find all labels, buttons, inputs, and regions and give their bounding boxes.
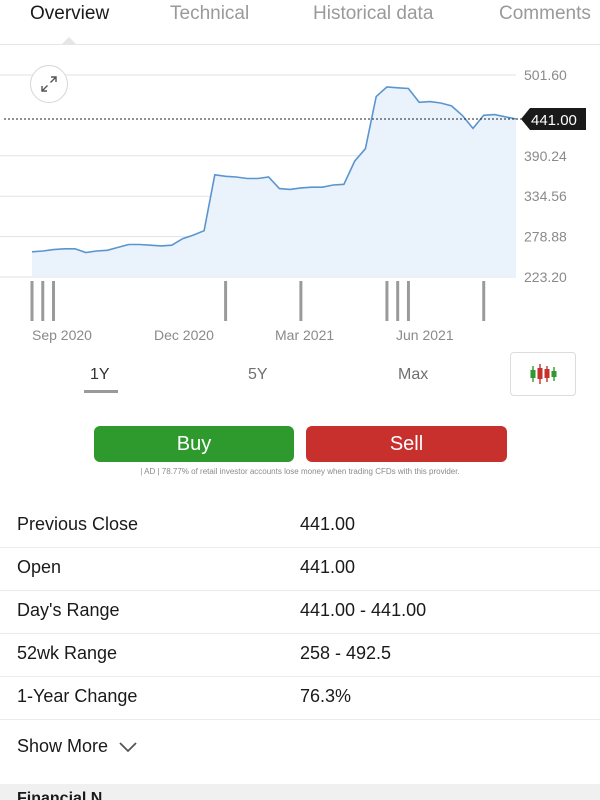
y-tick-label: 334.56 bbox=[524, 188, 567, 204]
volume-bar bbox=[385, 281, 389, 321]
section-title: Financial N bbox=[17, 790, 103, 800]
candlestick-icon bbox=[530, 364, 557, 384]
volume-bar bbox=[52, 281, 56, 321]
buy-button[interactable]: Buy bbox=[94, 426, 294, 462]
x-tick-label: Sep 2020 bbox=[32, 327, 92, 343]
stat-label: Day's Range bbox=[17, 600, 120, 620]
stat-value: 76.3% bbox=[300, 686, 352, 706]
stat-row-1-year-change: 1-Year Change 76.3% bbox=[0, 677, 600, 720]
volume-bar bbox=[41, 281, 45, 321]
volume-bar bbox=[482, 281, 486, 321]
y-tick-label: 278.88 bbox=[524, 229, 567, 245]
ad-disclaimer: | AD | 78.77% of retail investor account… bbox=[140, 467, 460, 476]
financial-news-header: Financial N bbox=[0, 784, 600, 800]
stat-value: 258 - 492.5 bbox=[300, 643, 392, 663]
tab-overview[interactable]: Overview bbox=[30, 3, 109, 25]
active-tab-indicator bbox=[62, 37, 76, 44]
range-active-underline bbox=[84, 390, 118, 393]
price-chart[interactable]: 501.60 390.24 334.56 278.88 223.20 441.00 Sep … bbox=[0, 45, 600, 350]
chart-svg: 501.60 390.24 334.56 278.88 223.20 441.00 Sep … bbox=[0, 67, 586, 343]
stat-label: Open bbox=[17, 557, 62, 577]
range-max[interactable]: Max bbox=[398, 366, 428, 384]
sell-button[interactable]: Sell bbox=[306, 426, 507, 462]
chevron-down-icon bbox=[119, 741, 137, 752]
tab-comments[interactable]: Comments bbox=[499, 3, 591, 25]
stat-label: 1-Year Change bbox=[17, 686, 138, 706]
show-more-label: Show More bbox=[17, 736, 109, 756]
range-selector: 1Y 5Y Max bbox=[0, 352, 600, 398]
current-price-label: 441.00 bbox=[531, 112, 577, 129]
stat-label: 52wk Range bbox=[17, 643, 118, 663]
volume-bar bbox=[30, 281, 34, 321]
y-tick-label: 223.20 bbox=[524, 269, 567, 285]
x-tick-label: Dec 2020 bbox=[154, 327, 214, 343]
volume-bar bbox=[224, 281, 228, 321]
y-tick-label: 501.60 bbox=[524, 67, 567, 83]
expand-chart-button[interactable] bbox=[30, 65, 68, 103]
tab-technical[interactable]: Technical bbox=[170, 3, 249, 25]
range-1y[interactable]: 1Y bbox=[90, 366, 110, 384]
x-tick-label: Jun 2021 bbox=[396, 327, 454, 343]
stat-row-52wk-range: 52wk Range 258 - 492.5 bbox=[0, 634, 600, 677]
stat-row-days-range: Day's Range 441.00 - 441.00 bbox=[0, 591, 600, 634]
range-5y[interactable]: 5Y bbox=[248, 366, 268, 384]
stat-row-previous-close: Previous Close 441.00 bbox=[0, 505, 600, 548]
stat-value: 441.00 bbox=[300, 514, 356, 534]
candlestick-toggle-button[interactable] bbox=[510, 352, 576, 396]
stat-value: 441.00 bbox=[300, 557, 356, 577]
tab-bar: Overview Technical Historical data Comme… bbox=[0, 0, 600, 45]
volume-bar bbox=[396, 281, 400, 321]
show-more-button[interactable]: Show More bbox=[17, 736, 138, 757]
volume-bar bbox=[299, 281, 303, 321]
stat-label: Previous Close bbox=[17, 514, 139, 534]
key-stats-table: Previous Close 441.00 Open 441.00 Day's … bbox=[0, 505, 600, 720]
volume-bar bbox=[406, 281, 410, 321]
x-tick-label: Mar 2021 bbox=[275, 327, 334, 343]
stat-value: 441.00 - 441.00 bbox=[300, 600, 427, 620]
y-tick-label: 390.24 bbox=[524, 148, 567, 164]
tab-historical-data[interactable]: Historical data bbox=[313, 3, 433, 25]
expand-icon bbox=[41, 76, 57, 92]
stat-row-open: Open 441.00 bbox=[0, 548, 600, 591]
